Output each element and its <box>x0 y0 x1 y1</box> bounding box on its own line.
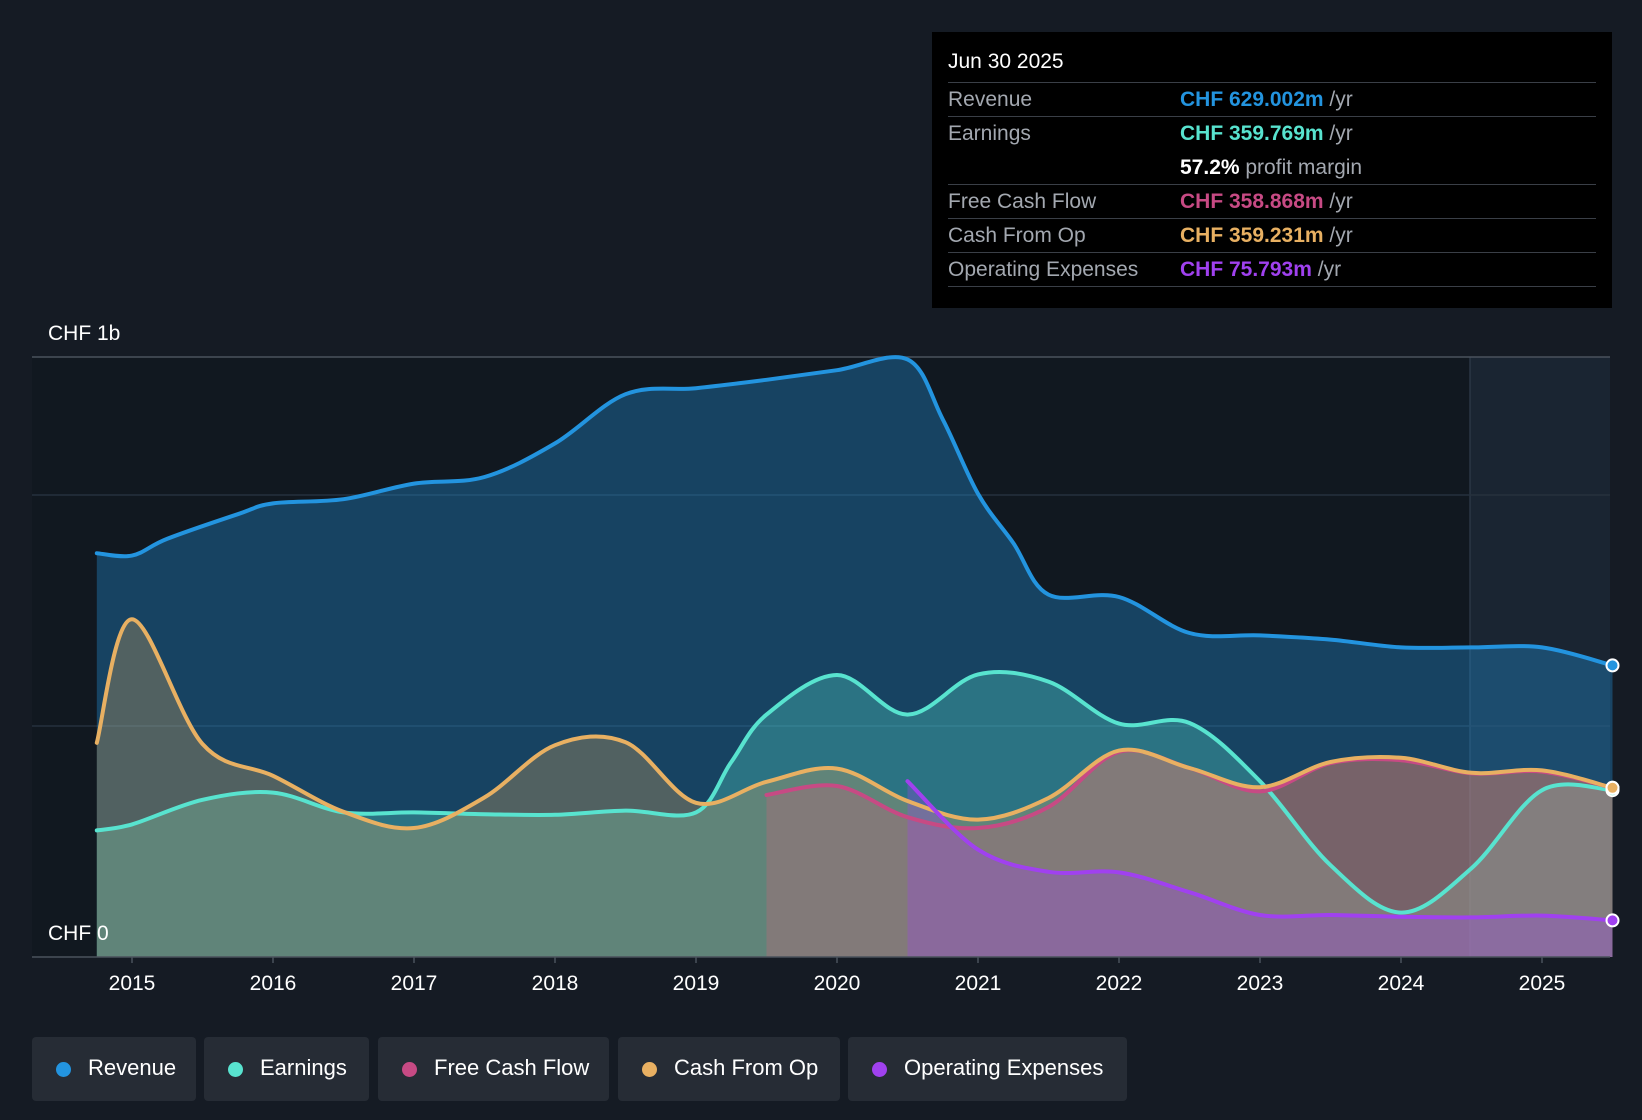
endpoint-cash-from-op <box>1605 780 1620 795</box>
legend-dot-icon <box>228 1062 243 1077</box>
y-label-bottom: CHF 0 <box>48 922 109 945</box>
x-tick-label: 2025 <box>1519 972 1566 995</box>
tooltip-row-opex: Operating Expenses CHF 75.793m /yr <box>948 252 1596 287</box>
endpoint-revenue <box>1605 658 1620 673</box>
legend-label: Revenue <box>88 1055 177 1080</box>
tooltip-date: Jun 30 2025 <box>948 50 1064 73</box>
legend-item-earnings[interactable]: Earnings <box>204 1037 369 1101</box>
tooltip-label: Free Cash Flow <box>948 190 1097 213</box>
legend-dot-icon <box>56 1062 71 1077</box>
tooltip-row-fcf: Free Cash Flow CHF 358.868m /yr <box>948 184 1596 219</box>
x-tick-label: 2015 <box>109 972 156 995</box>
legend-label: Free Cash Flow <box>434 1055 590 1080</box>
tooltip-label: Earnings <box>948 122 1031 145</box>
tooltip-value: CHF 359.769m /yr <box>1180 122 1353 145</box>
tooltip-profit-margin: 57.2% profit margin <box>1180 156 1363 179</box>
tooltip-row-revenue: Revenue CHF 629.002m /yr <box>948 82 1596 117</box>
x-axis-ticks: 2015 2016 2017 2018 2019 2020 2021 2022 2023 2024… <box>109 957 1566 995</box>
legend-label: Operating Expenses <box>904 1055 1104 1080</box>
tooltip-divider <box>948 286 1596 287</box>
x-tick-label: 2022 <box>1096 972 1143 995</box>
legend-label: Cash From Op <box>674 1055 819 1080</box>
tooltip-value: CHF 359.231m /yr <box>1180 224 1353 247</box>
tooltip-label: Cash From Op <box>948 224 1086 247</box>
x-tick-label: 2020 <box>814 972 861 995</box>
y-label-top: CHF 1b <box>48 322 120 345</box>
tooltip-value: CHF 358.868m /yr <box>1180 190 1353 213</box>
tooltip-row-earnings: Earnings CHF 359.769m /yr 57.2% profit m… <box>948 116 1596 185</box>
tooltip-label: Revenue <box>948 88 1033 111</box>
x-tick-label: 2021 <box>955 972 1002 995</box>
legend-dot-icon <box>872 1062 887 1077</box>
legend-dot-icon <box>642 1062 657 1077</box>
x-tick-label: 2018 <box>532 972 579 995</box>
tooltip-value: CHF 629.002m /yr <box>1180 88 1353 111</box>
x-tick-label: 2017 <box>391 972 438 995</box>
legend-item-cash-from-op[interactable]: Cash From Op <box>618 1037 840 1101</box>
tooltip: Jun 30 2025 Revenue CHF 629.002m /yr Ear… <box>932 32 1612 308</box>
legend-item-operating-expenses[interactable]: Operating Expenses <box>848 1037 1127 1101</box>
tooltip-row-cfo: Cash From Op CHF 359.231m /yr <box>948 218 1596 253</box>
endpoint-operating-expenses <box>1605 913 1620 928</box>
legend-item-revenue[interactable]: Revenue <box>32 1037 196 1101</box>
legend-item-free-cash-flow[interactable]: Free Cash Flow <box>378 1037 609 1101</box>
tooltip-value: CHF 75.793m /yr <box>1180 258 1342 281</box>
x-tick-label: 2019 <box>673 972 720 995</box>
x-tick-label: 2023 <box>1237 972 1284 995</box>
tooltip-label: Operating Expenses <box>948 258 1139 281</box>
legend-label: Earnings <box>260 1055 347 1080</box>
x-tick-label: 2024 <box>1378 972 1425 995</box>
x-tick-label: 2016 <box>250 972 297 995</box>
legend-dot-icon <box>402 1062 417 1077</box>
